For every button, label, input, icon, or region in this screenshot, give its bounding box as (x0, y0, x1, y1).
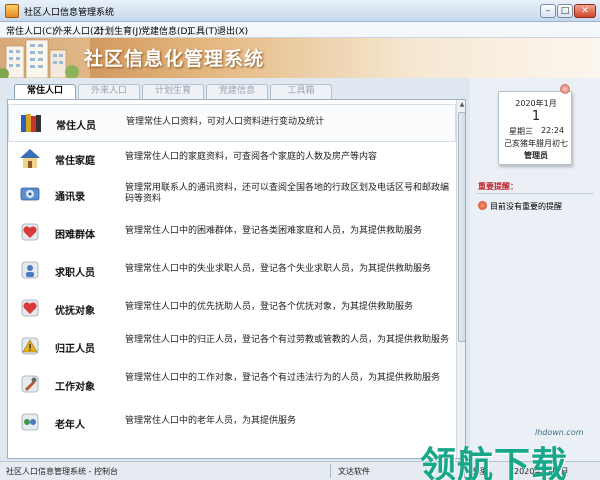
list-item-work-target[interactable]: 工作对象 管理常住人口中的工作对象，登记各个有过违法行为的人员，为其提供救助服务 (8, 366, 456, 404)
item-label: 老年人 (55, 420, 85, 431)
reminder-divider (476, 193, 594, 194)
title-bar[interactable]: 社区人口信息管理系统 – □ ✕ (0, 0, 600, 22)
item-label: 求职人员 (55, 268, 95, 279)
buildings-icon (0, 38, 90, 78)
menu-family-planning[interactable]: 计划生育(J) (96, 24, 142, 37)
menu-exit[interactable]: 退出(X) (217, 24, 248, 37)
contacts-icon (20, 187, 40, 201)
calendar-lunar-date: 己亥猪年腊月初七 (504, 139, 568, 148)
banner: 社区信息化管理系统 (0, 38, 600, 78)
watermark-text: 领航下载 (420, 445, 569, 480)
item-desc: 管理常住人口中的工作对象，登记各个有过违法行为的人员，为其提供救助服务 (125, 373, 441, 383)
scroll-up-icon[interactable]: ▲ (458, 101, 465, 109)
list-scrollbar[interactable]: ▲ ▼ (456, 100, 465, 458)
item-desc: 管理常住人口资料，可对人口资料进行变动及统计 (126, 117, 325, 127)
item-label: 常住家庭 (55, 156, 95, 167)
item-desc: 管理常住人口中的困难群体，登记各类困难家庭和人员，为其提供救助服务 (125, 226, 423, 236)
item-desc: 管理常用联系人的通讯资料，还可以查阅全国各地的行政区划及电话区号和邮政编码等资料 (125, 183, 450, 204)
item-label: 优抚对象 (55, 306, 95, 317)
status-app-name: 社区人口信息管理系统 - 控制台 (6, 467, 118, 476)
calendar-weekday: 星期三 (509, 127, 533, 136)
calendar-time: 22:24 (541, 126, 565, 135)
list-item-rehabilitated[interactable]: 归正人员 管理常住人口中的归正人员，登记各个有过劳教或管教的人员，为其提供救助服… (8, 328, 456, 366)
heart-icon (21, 223, 39, 241)
tab-party[interactable]: 党建信息 (206, 84, 268, 99)
calendar-card: 2020年1月 1 星期三 22:24 己亥猪年腊月初七 管理员 (498, 91, 572, 165)
function-list: 常住人员 管理常住人口资料，可对人口资料进行变动及统计 常住家庭 管理常住人口的… (7, 99, 466, 459)
item-label: 通讯录 (55, 192, 85, 203)
menu-bar: 常住人口(C) 外来人口(Z) 计划生育(J) 党建信息(D) 工具(T) 退出… (0, 22, 600, 38)
books-icon (21, 114, 41, 132)
status-divider (330, 464, 331, 478)
tab-family-planning[interactable]: 计划生育 (142, 84, 204, 99)
item-label: 困难群体 (55, 230, 95, 241)
tab-strip: 常住人口 外来人口 计划生育 党建信息 工具箱 (14, 84, 474, 100)
list-item-elderly[interactable]: 老年人 管理常住人口中的老年人员，为其提供服务 (8, 404, 456, 442)
tab-resident[interactable]: 常住人口 (14, 84, 76, 100)
reminder-title: 重要提醒： (478, 182, 518, 191)
pin-icon (560, 84, 570, 94)
item-label: 常住人员 (56, 121, 96, 132)
maximize-button[interactable]: □ (557, 4, 573, 18)
window-title: 社区人口信息管理系统 (24, 8, 115, 18)
list-item-difficult[interactable]: 困难群体 管理常住人口中的困难群体，登记各类困难家庭和人员，为其提供救助服务 (8, 214, 456, 252)
status-company: 文达软件 (338, 467, 370, 476)
menu-resident[interactable]: 常住人口(C) (6, 24, 55, 37)
list-item-preferential[interactable]: 优抚对象 管理常住人口中的优先抚助人员，登记各个优抚对象，为其提供救助服务 (8, 290, 456, 328)
item-desc: 管理常住人口中的归正人员，登记各个有过劳教或管教的人员，为其提供救助服务 (125, 335, 450, 345)
menu-party[interactable]: 党建信息(D) (141, 24, 191, 37)
work-target-icon (21, 375, 39, 393)
tab-toolbox[interactable]: 工具箱 (270, 84, 332, 99)
elderly-icon (21, 413, 39, 431)
close-button[interactable]: ✕ (574, 4, 596, 18)
job-seeker-icon (21, 261, 39, 279)
list-item-resident[interactable]: 常住人员 管理常住人口资料，可对人口资料进行变动及统计 (8, 104, 456, 142)
heart-icon (21, 299, 39, 317)
item-desc: 管理常住人口中的优先抚助人员，登记各个优抚对象，为其提供救助服务 (125, 302, 414, 312)
list-item-contacts[interactable]: 通讯录 管理常用联系人的通讯资料，还可以查阅全国各地的行政区划及电话区号和邮政编… (8, 176, 456, 214)
item-desc: 管理常住人口中的老年人员，为其提供服务 (125, 416, 297, 426)
item-desc: 管理常住人口的家庭资料，可查阅各个家庭的人数及房产等内容 (125, 152, 378, 162)
reminder-text: 目前没有重要的提醒 (490, 202, 562, 211)
item-desc: 管理常住人口中的失业求职人员，登记各个失业求职人员，为其提供救助服务 (125, 264, 432, 274)
warning-icon (21, 337, 39, 355)
app-banner-title: 社区信息化管理系统 (84, 48, 265, 70)
calendar-month: 2020年1月 (515, 99, 557, 108)
minimize-button[interactable]: – (540, 4, 556, 18)
app-icon (5, 4, 19, 18)
reminder-icon (478, 201, 487, 210)
item-label: 归正人员 (55, 344, 95, 355)
menu-tools[interactable]: 工具(T) (187, 24, 218, 37)
scroll-thumb[interactable] (458, 112, 465, 342)
current-user: 管理员 (524, 151, 548, 160)
tab-migrant[interactable]: 外来人口 (78, 84, 140, 99)
house-icon (20, 149, 40, 168)
item-label: 工作对象 (55, 382, 95, 393)
calendar-day: 1 (531, 109, 541, 124)
list-item-family[interactable]: 常住家庭 管理常住人口的家庭资料，可查阅各个家庭的人数及房产等内容 (8, 140, 456, 178)
list-item-job-seeker[interactable]: 求职人员 管理常住人口中的失业求职人员，登记各个失业求职人员，为其提供救助服务 (8, 252, 456, 290)
